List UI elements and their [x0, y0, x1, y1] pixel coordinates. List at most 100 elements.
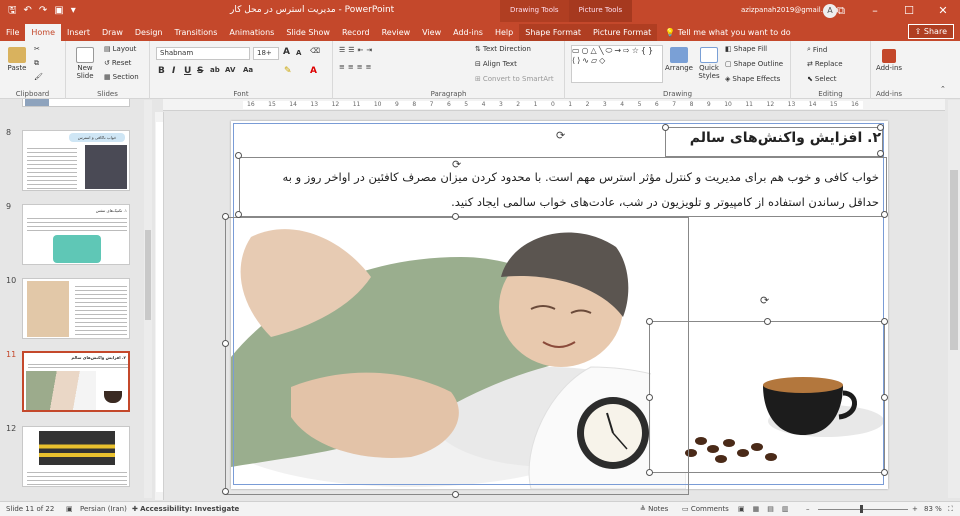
- shape-fill-button[interactable]: ◧ Shape Fill: [725, 45, 767, 53]
- slide-scrollbar[interactable]: [948, 100, 960, 498]
- clear-formatting-icon[interactable]: ⌫: [310, 47, 320, 55]
- zoom-out-button[interactable]: –: [806, 505, 810, 513]
- comments-button[interactable]: ▭ Comments: [682, 505, 729, 513]
- accessibility-status[interactable]: ✚ Accessibility: Investigate: [132, 505, 239, 513]
- minimize-button[interactable]: –: [858, 0, 892, 22]
- font-name-combo[interactable]: Shabnam: [156, 47, 250, 60]
- tab-insert[interactable]: Insert: [61, 24, 96, 41]
- resize-handle[interactable]: [646, 318, 653, 325]
- shrink-font-button[interactable]: A: [296, 49, 301, 57]
- highlight-icon[interactable]: ✎: [284, 66, 292, 76]
- tab-shape-format[interactable]: Shape Format: [519, 24, 588, 41]
- slide-canvas[interactable]: ۲. افزایش واکنش‌های سالم خواب کافی و خوب…: [222, 121, 888, 498]
- shape-effects-button[interactable]: ◈ Shape Effects: [725, 75, 780, 83]
- reset-button[interactable]: ↺ Reset: [104, 59, 131, 67]
- customize-qat-icon[interactable]: ▾: [71, 6, 76, 16]
- notes-button[interactable]: ≜ Notes: [640, 505, 668, 513]
- resize-handle[interactable]: [452, 491, 459, 498]
- resize-handle[interactable]: [877, 124, 884, 131]
- resize-handle[interactable]: [881, 469, 888, 476]
- align-text-button[interactable]: ⊟ Align Text: [475, 60, 517, 68]
- scrollbar-thumb[interactable]: [145, 230, 151, 320]
- tab-view[interactable]: View: [416, 24, 447, 41]
- collapse-ribbon-icon[interactable]: ⌃: [940, 85, 946, 93]
- shapes-gallery[interactable]: ▭○△╲⬭→⇨☆{}⟨⟩∿▱◇: [571, 45, 663, 83]
- section-button[interactable]: ▦ Section: [104, 73, 139, 81]
- tab-help[interactable]: Help: [489, 24, 519, 41]
- thumbnail-slide-11[interactable]: ۲. افزایش واکنش‌های سالم: [22, 351, 130, 412]
- thumbnail-slide-12[interactable]: [22, 426, 130, 487]
- rotate-handle-icon[interactable]: ⟳: [452, 158, 461, 171]
- tab-home[interactable]: Home: [25, 24, 62, 41]
- tab-review[interactable]: Review: [376, 24, 417, 41]
- smartart-button[interactable]: ⊞ Convert to SmartArt: [475, 75, 554, 83]
- add-ins-button[interactable]: Add-ins: [873, 49, 905, 72]
- close-button[interactable]: ✕: [926, 0, 960, 22]
- language-status[interactable]: Persian (Iran): [80, 505, 127, 513]
- resize-handle[interactable]: [646, 469, 653, 476]
- tab-record[interactable]: Record: [336, 24, 376, 41]
- bullets-icon[interactable]: ☰☰⇤⇥: [339, 46, 375, 54]
- resize-handle[interactable]: [222, 213, 229, 220]
- present-icon[interactable]: ▣: [54, 6, 63, 16]
- font-size-combo[interactable]: 18+: [253, 47, 279, 60]
- save-icon[interactable]: 🖫: [8, 6, 17, 16]
- change-case-button[interactable]: Aa: [243, 66, 253, 74]
- layout-button[interactable]: ▤ Layout: [104, 45, 136, 53]
- vertical-ruler[interactable]: [155, 112, 164, 500]
- strikethrough-button[interactable]: S: [197, 66, 203, 76]
- align-icons[interactable]: ≡≡≡≡: [339, 63, 374, 71]
- resize-handle[interactable]: [222, 340, 229, 347]
- rotate-handle-icon[interactable]: ⟳: [556, 129, 565, 142]
- tab-picture-format[interactable]: Picture Format: [587, 24, 658, 41]
- resize-handle[interactable]: [881, 318, 888, 325]
- tab-add-ins[interactable]: Add-ins: [447, 24, 489, 41]
- thumbnail-scrollbar[interactable]: [144, 100, 152, 498]
- new-slide-button[interactable]: New Slide: [70, 47, 100, 80]
- format-painter-icon[interactable]: 🖌: [34, 73, 43, 81]
- tab-slide-show[interactable]: Slide Show: [280, 24, 336, 41]
- zoom-slider-thumb[interactable]: [860, 505, 863, 513]
- horizontal-ruler[interactable]: 16 15 14 13 12 11 10 9 8 7 6 5 4 3 2 1 0 1 2 3 4 5 6 7 8 9 10 11 12 1…: [163, 99, 945, 111]
- resize-handle[interactable]: [881, 211, 888, 218]
- resize-handle[interactable]: [235, 152, 242, 159]
- resize-handle[interactable]: [235, 211, 242, 218]
- tab-draw[interactable]: Draw: [96, 24, 129, 41]
- cut-icon[interactable]: ✂: [34, 45, 40, 53]
- resize-handle[interactable]: [764, 318, 771, 325]
- share-button[interactable]: ⇪ Share: [907, 24, 954, 39]
- quick-styles-button[interactable]: Quick Styles: [695, 47, 723, 80]
- font-color-icon[interactable]: A: [310, 66, 317, 76]
- tab-file[interactable]: File: [0, 24, 25, 41]
- undo-icon[interactable]: ↶: [24, 6, 32, 16]
- maximize-button[interactable]: ☐: [892, 0, 926, 22]
- zoom-in-button[interactable]: +: [912, 505, 918, 513]
- paste-button[interactable]: Paste: [4, 47, 30, 72]
- select-button[interactable]: ⬉ Select: [807, 75, 836, 83]
- replace-button[interactable]: ⇄ Replace: [807, 60, 843, 68]
- copy-icon[interactable]: ⧉: [34, 59, 39, 68]
- italic-button[interactable]: I: [172, 66, 175, 76]
- resize-handle[interactable]: [877, 150, 884, 157]
- bold-button[interactable]: B: [158, 66, 165, 76]
- resize-handle[interactable]: [222, 488, 229, 495]
- zoom-level[interactable]: 83 %: [924, 505, 942, 513]
- ribbon-display-icon[interactable]: ⧉: [824, 0, 858, 22]
- find-button[interactable]: ⌕ Find: [807, 45, 827, 54]
- shadow-button[interactable]: ab: [210, 66, 220, 74]
- thumbnail-slide-9[interactable]: ۱. تکنیک‌های تنفس: [22, 204, 130, 265]
- thumbnail-slide-8[interactable]: خواب ناکافی و استرس: [22, 130, 130, 191]
- resize-handle[interactable]: [881, 394, 888, 401]
- rotate-handle-icon[interactable]: ⟳: [760, 294, 769, 307]
- tab-design[interactable]: Design: [129, 24, 169, 41]
- resize-handle[interactable]: [452, 213, 459, 220]
- arrange-button[interactable]: Arrange: [665, 47, 693, 72]
- tab-animations[interactable]: Animations: [223, 24, 280, 41]
- text-direction-button[interactable]: ⇅ Text Direction: [475, 45, 531, 53]
- spellcheck-icon[interactable]: ▣: [66, 505, 73, 513]
- thumbnail-slide-7[interactable]: [22, 99, 130, 107]
- thumbnail-slide-10[interactable]: [22, 278, 130, 339]
- tell-me-box[interactable]: 💡 Tell me what you want to do: [657, 24, 798, 41]
- view-buttons[interactable]: ▣▦▤▥: [738, 505, 796, 513]
- resize-handle[interactable]: [662, 124, 669, 131]
